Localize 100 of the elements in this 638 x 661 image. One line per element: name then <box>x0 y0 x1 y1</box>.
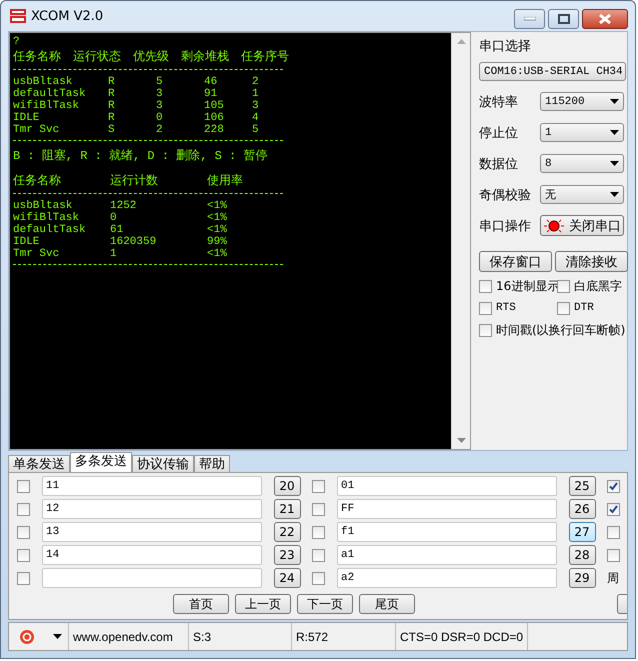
dropdown[interactable]: 无 <box>540 185 624 204</box>
panel-button[interactable]: 清除接收 <box>555 251 628 272</box>
checkbox[interactable] <box>479 302 492 314</box>
dropdown[interactable]: 1 <box>540 123 624 142</box>
send-button[interactable]: 28 <box>568 545 596 565</box>
tab[interactable]: 单条发送 <box>8 455 70 472</box>
port-dropdown[interactable]: COM16:USB-SERIAL CH34 <box>479 62 626 81</box>
checkbox[interactable] <box>557 280 570 292</box>
terminal-cell-text: 4 <box>252 112 260 124</box>
checkbox[interactable] <box>312 548 325 562</box>
field-label: 数据位 <box>479 156 518 172</box>
send-button[interactable]: 26 <box>568 499 596 519</box>
field-label: 串口选择 <box>479 38 532 56</box>
input-field[interactable]: a2 <box>337 568 557 588</box>
checkbox[interactable] <box>17 548 30 562</box>
close-port-button[interactable]: 关闭串口 <box>540 215 624 236</box>
terminal-cell-text: 0 <box>110 212 118 224</box>
checkbox[interactable] <box>557 302 570 314</box>
column-header: 运行状态 <box>73 49 122 65</box>
received-count: R:572 <box>292 623 396 650</box>
scroll-up-icon[interactable] <box>456 39 466 44</box>
legend-text: B : 阻塞, R : 就绪, D : 删除, S : 暂停 <box>13 148 268 165</box>
checkbox[interactable] <box>17 526 30 538</box>
terminal-cell-text: Tmr Svc <box>13 124 60 136</box>
minimize-icon <box>524 17 536 21</box>
scroll-down-icon[interactable] <box>456 438 466 443</box>
terminal-cell-text: <1% <box>207 212 228 224</box>
terminal-cell-text: <1% <box>207 200 228 212</box>
checkbox[interactable] <box>607 548 620 562</box>
input-field[interactable] <box>42 568 262 588</box>
terminal-cell-text: <1% <box>207 224 228 236</box>
send-button[interactable]: 29 <box>568 568 596 588</box>
minimize-button[interactable] <box>514 9 545 29</box>
checkbox[interactable] <box>607 526 620 538</box>
page-button[interactable]: 首页 <box>173 594 229 614</box>
tab[interactable]: 帮助 <box>194 455 230 472</box>
input-field[interactable]: f1 <box>337 522 557 542</box>
checkbox[interactable] <box>479 280 492 292</box>
input-field[interactable]: 01 <box>337 476 557 496</box>
close-button[interactable] <box>582 9 628 29</box>
checkbox[interactable] <box>312 572 325 584</box>
input-field[interactable]: 11 <box>42 476 262 496</box>
terminal-cell-text: 5 <box>156 76 164 88</box>
terminal-cell-text: usbBltask <box>13 200 74 212</box>
checkbox[interactable] <box>312 502 325 516</box>
terminal-cell-text: R <box>108 112 116 124</box>
checkbox-label: DTR <box>574 302 594 314</box>
input-field[interactable]: 12 <box>42 499 262 519</box>
terminal-cell-text: 106 <box>204 112 225 124</box>
terminal-cell-text: defaultTask <box>13 224 87 236</box>
tab[interactable]: 多条发送 <box>70 452 132 472</box>
checkbox-label: 白底黑字 <box>574 278 622 294</box>
terminal-cell-text: 2 <box>252 76 260 88</box>
tab[interactable]: 协议传输 <box>132 455 194 472</box>
terminal-cell-text: 99% <box>207 236 228 248</box>
checkbox[interactable] <box>607 502 620 516</box>
input-field[interactable]: 14 <box>42 545 262 565</box>
power-icon[interactable] <box>19 628 35 644</box>
terminal-cell-text: 3 <box>156 88 164 100</box>
field-label: 停止位 <box>479 124 518 142</box>
send-button[interactable]: 25 <box>568 476 596 496</box>
column-header: 任务序号 <box>241 49 290 65</box>
website-link[interactable]: www.openedv.com <box>69 623 189 650</box>
input-field[interactable]: FF <box>337 499 557 519</box>
dropdown[interactable]: 8 <box>540 154 624 173</box>
terminal-cell-text: 0 <box>156 112 164 124</box>
send-button[interactable]: 21 <box>274 499 300 519</box>
page-button[interactable]: 下一页 <box>297 594 353 614</box>
column-header: 任务名称 <box>13 173 62 189</box>
terminal-cell-text: 5 <box>252 124 260 136</box>
checkbox[interactable] <box>17 572 30 584</box>
panel-button[interactable]: 保存窗口 <box>479 251 552 272</box>
dropdown[interactable]: 115200 <box>540 92 624 111</box>
send-button[interactable]: 22 <box>274 522 300 542</box>
send-button[interactable]: 27 <box>568 522 596 542</box>
send-button[interactable]: 23 <box>274 545 300 565</box>
terminal-cell-text: 91 <box>204 88 218 100</box>
line-status: CTS=0 DSR=0 DCD=0 <box>396 623 528 650</box>
input-field[interactable]: 13 <box>42 522 262 542</box>
terminal-cell-text: 3 <box>156 100 164 112</box>
field-label: 波特率 <box>479 94 518 110</box>
checkbox[interactable] <box>312 526 325 538</box>
page-button[interactable]: 尾页 <box>359 594 415 614</box>
column-header: 使用率 <box>207 173 244 189</box>
input-field[interactable]: a1 <box>337 545 557 565</box>
caret-icon <box>610 99 619 104</box>
terminal-cell-text: 1 <box>110 248 118 260</box>
send-button[interactable]: 24 <box>274 568 300 588</box>
terminal-cell-text: 61 <box>110 224 124 236</box>
page-button[interactable]: 上一页 <box>235 594 291 614</box>
send-button[interactable]: 20 <box>274 476 300 496</box>
import-button[interactable] <box>617 594 627 614</box>
terminal-cell-text: R <box>108 88 116 100</box>
checkbox[interactable] <box>17 502 30 516</box>
maximize-button[interactable] <box>548 9 579 29</box>
checkbox[interactable] <box>479 324 492 336</box>
checkbox[interactable] <box>312 480 325 492</box>
checkbox-label: RTS <box>496 302 516 314</box>
checkbox[interactable] <box>607 480 620 492</box>
checkbox[interactable] <box>17 480 30 492</box>
